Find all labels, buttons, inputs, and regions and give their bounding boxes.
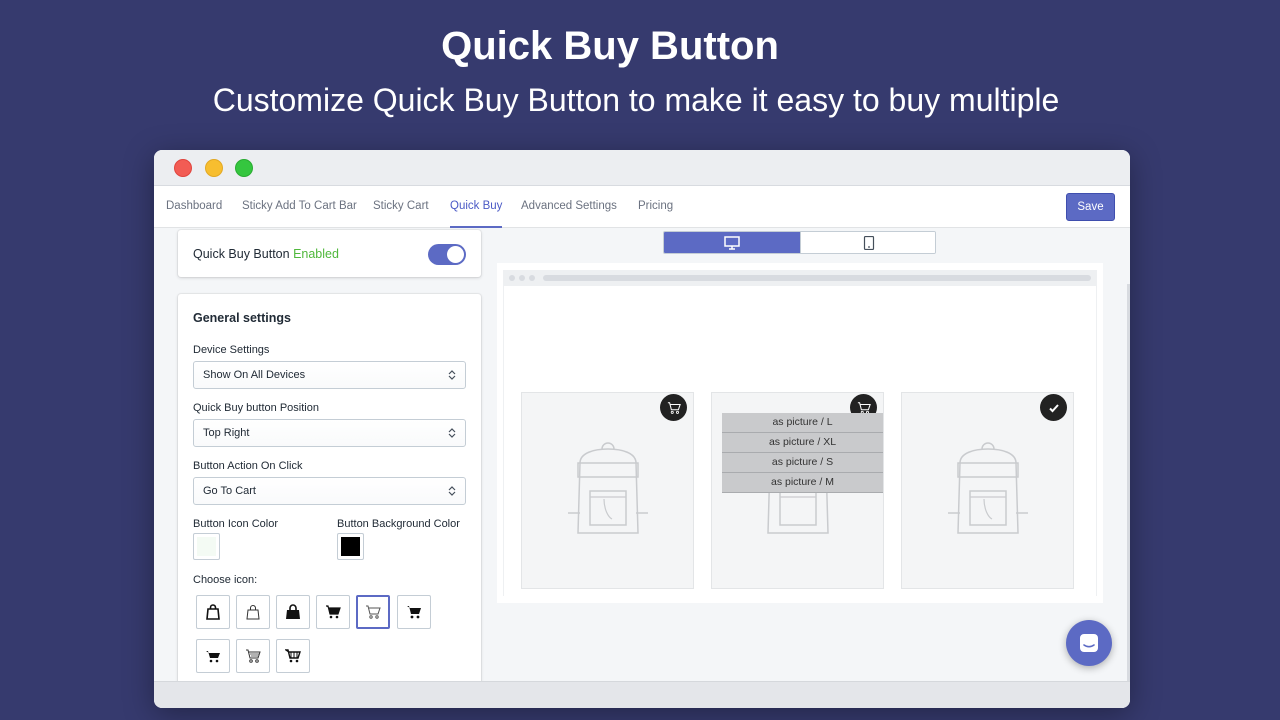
select-arrows-icon — [448, 364, 456, 390]
desktop-view-button[interactable] — [664, 232, 800, 253]
top-nav: Dashboard Sticky Add To Cart Bar Sticky … — [154, 186, 1130, 228]
bg-color-label: Button Background Color — [337, 518, 460, 530]
icon-option-cart-filled-small[interactable] — [397, 595, 431, 629]
icon-option-shopping-bag-thin[interactable] — [236, 595, 270, 629]
action-select[interactable]: Go To Cart — [193, 477, 466, 505]
scrollbar[interactable] — [1127, 284, 1130, 684]
general-settings-title: General settings — [193, 311, 291, 325]
shopping-bag-outline-icon — [206, 604, 220, 620]
browser-dot — [519, 275, 525, 281]
position-label: Quick Buy button Position — [193, 402, 319, 414]
select-arrows-icon — [448, 422, 456, 448]
icon-option-cart-wheels[interactable] — [236, 639, 270, 673]
product-card[interactable]: as picture / L as picture / XL as pictur… — [711, 392, 884, 589]
window-footer — [154, 681, 1130, 708]
tab-sticky-cart[interactable]: Sticky Cart — [373, 186, 429, 228]
browser-dot — [509, 275, 515, 281]
hero-title: Quick Buy Button — [441, 24, 779, 68]
cart-wheels-icon — [246, 649, 261, 663]
app-window: Dashboard Sticky Add To Cart Bar Sticky … — [154, 150, 1130, 708]
icon-color-swatch[interactable] — [193, 533, 220, 560]
variant-option[interactable]: as picture / L — [722, 413, 883, 433]
bg-color-swatch[interactable] — [337, 533, 364, 560]
backpack-image — [568, 442, 648, 534]
cart-filled-small-icon — [407, 606, 421, 619]
position-select[interactable]: Top Right — [193, 419, 466, 447]
settings-pane: Quick Buy Button Enabled General setting… — [154, 228, 489, 681]
mobile-icon — [863, 235, 874, 250]
device-toggle — [663, 231, 936, 254]
icon-option-cart-outline[interactable] — [356, 595, 390, 629]
quick-buy-toggle[interactable] — [428, 244, 466, 265]
device-settings-label: Device Settings — [193, 344, 270, 356]
backpack-image — [948, 442, 1028, 534]
variant-option[interactable]: as picture / XL — [722, 433, 883, 453]
icon-color-fill — [197, 537, 216, 556]
tab-advanced-settings[interactable]: Advanced Settings — [521, 186, 617, 228]
tab-dashboard[interactable]: Dashboard — [166, 186, 222, 228]
toggle-knob — [447, 246, 464, 263]
shopping-bag-filled-icon — [286, 604, 300, 619]
action-value: Go To Cart — [203, 485, 256, 497]
icon-option-shopping-bag-outline[interactable] — [196, 595, 230, 629]
select-arrows-icon — [448, 480, 456, 506]
quick-buy-enabled-status: Enabled — [293, 247, 339, 261]
product-card[interactable] — [521, 392, 694, 589]
window-close-button[interactable] — [174, 159, 192, 177]
cart-filled-icon — [326, 605, 341, 619]
browser-bar — [503, 270, 1097, 286]
general-settings-card: General settings Device Settings Show On… — [178, 294, 481, 681]
cart-basket-icon — [285, 649, 301, 663]
tab-pricing[interactable]: Pricing — [638, 186, 673, 228]
mobile-view-button[interactable] — [800, 232, 935, 253]
choose-icon-label: Choose icon: — [193, 574, 258, 586]
browser-url-bar — [543, 275, 1091, 281]
chat-button[interactable] — [1066, 620, 1112, 666]
variant-option[interactable]: as picture / S — [722, 453, 883, 473]
cart-icon — [667, 401, 681, 414]
quick-buy-status-label: Quick Buy Button Enabled — [193, 247, 339, 261]
window-titlebar — [154, 150, 1130, 186]
product-card[interactable] — [901, 392, 1074, 589]
preview-pane: as picture / L as picture / XL as pictur… — [489, 228, 1130, 684]
bg-color-fill — [341, 537, 360, 556]
icon-option-cart-truck[interactable] — [196, 639, 230, 673]
shopping-bag-thin-icon — [246, 605, 260, 620]
desktop-icon — [724, 235, 740, 250]
quick-buy-status-card: Quick Buy Button Enabled — [178, 230, 481, 277]
quick-buy-added-button[interactable] — [1040, 394, 1067, 421]
quick-buy-label: Quick Buy Button — [193, 247, 290, 261]
device-settings-select[interactable]: Show On All Devices — [193, 361, 466, 389]
device-settings-value: Show On All Devices — [203, 369, 306, 381]
variant-dropdown: as picture / L as picture / XL as pictur… — [722, 413, 883, 493]
quick-buy-cart-button[interactable] — [660, 394, 687, 421]
icon-option-cart-filled[interactable] — [316, 595, 350, 629]
tab-quick-buy[interactable]: Quick Buy — [450, 186, 503, 228]
tab-sticky-add-to-cart-bar[interactable]: Sticky Add To Cart Bar — [242, 186, 357, 228]
save-button[interactable]: Save — [1066, 193, 1115, 221]
icon-option-cart-basket[interactable] — [276, 639, 310, 673]
icon-option-shopping-bag-filled[interactable] — [276, 595, 310, 629]
position-value: Top Right — [203, 427, 250, 439]
hero-subtitle: Customize Quick Buy Button to make it ea… — [212, 82, 1060, 118]
chat-icon — [1080, 634, 1098, 652]
cart-truck-icon — [206, 651, 220, 663]
window-minimize-button[interactable] — [205, 159, 223, 177]
browser-dot — [529, 275, 535, 281]
action-label: Button Action On Click — [193, 460, 303, 472]
cart-outline-icon — [366, 605, 381, 619]
check-icon — [1048, 403, 1059, 412]
icon-color-label: Button Icon Color — [193, 518, 278, 530]
window-maximize-button[interactable] — [235, 159, 253, 177]
store-preview: as picture / L as picture / XL as pictur… — [497, 263, 1103, 603]
variant-option[interactable]: as picture / M — [722, 473, 883, 493]
